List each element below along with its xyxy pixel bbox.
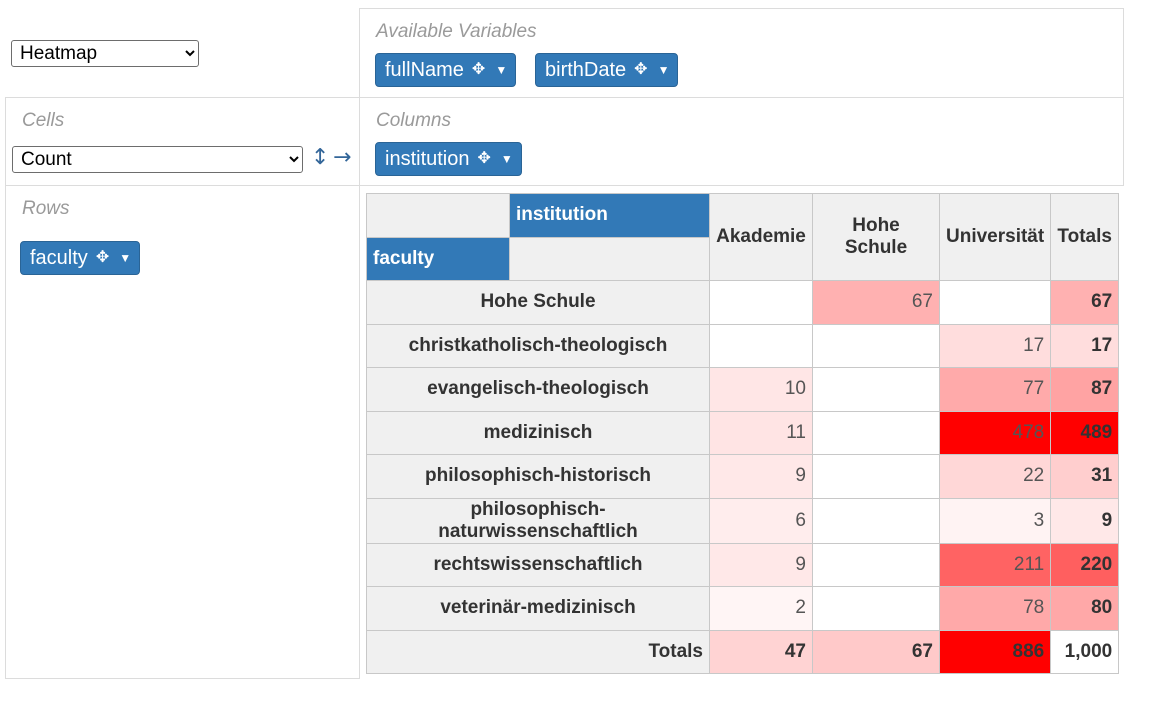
field-label: fullName — [385, 59, 464, 81]
value-cell[interactable] — [812, 367, 940, 412]
dropdown-caret-icon[interactable]: ▼ — [119, 242, 131, 274]
row-total-cell[interactable]: 87 — [1050, 367, 1120, 412]
value-cell[interactable]: 67 — [812, 280, 940, 325]
field-label: faculty — [30, 247, 88, 269]
row-header: christkatholisch-theologisch — [366, 323, 710, 368]
header-empty — [509, 236, 710, 281]
value-cell[interactable] — [812, 586, 940, 631]
value-cell[interactable] — [812, 542, 940, 587]
row-header: medizinisch — [366, 410, 710, 455]
row-axis-label: faculty — [366, 236, 510, 281]
col-header: Universität — [938, 193, 1052, 281]
row-totals-header: Totals — [366, 629, 710, 674]
value-cell[interactable] — [709, 323, 813, 368]
col-header: Hohe Schule — [812, 193, 940, 281]
value-cell[interactable]: 211 — [938, 542, 1052, 587]
value-cell[interactable]: 78 — [938, 586, 1052, 631]
col-total-cell[interactable]: 47 — [709, 629, 813, 674]
available-variables-label: Available Variables — [376, 21, 537, 42]
row-header: Hohe Schule — [366, 280, 710, 325]
table-row: philosophisch-historisch 9 22 31 — [366, 454, 1120, 499]
row-header: rechtswissenschaftlich — [366, 542, 710, 587]
field-pill-fullName[interactable]: fullName ✥ ▼ — [375, 53, 517, 87]
columns-label: Columns — [376, 110, 451, 131]
row-total-cell[interactable]: 9 — [1050, 497, 1120, 544]
value-cell[interactable]: 478 — [938, 410, 1052, 455]
move-icon: ✥ — [95, 249, 110, 266]
aggregator-select[interactable]: Count — [12, 146, 303, 173]
value-cell[interactable]: 10 — [709, 367, 813, 412]
row-total-cell[interactable]: 489 — [1050, 410, 1120, 455]
dropdown-caret-icon[interactable]: ▼ — [495, 54, 507, 86]
table-row: rechtswissenschaftlich 9 211 220 — [366, 542, 1120, 587]
row-total-cell[interactable]: 67 — [1050, 280, 1120, 325]
value-cell[interactable] — [812, 323, 940, 368]
table-row: christkatholisch-theologisch 17 17 — [366, 323, 1120, 368]
row-total-cell[interactable]: 220 — [1050, 542, 1120, 587]
value-cell[interactable]: 9 — [709, 454, 813, 499]
value-cell[interactable]: 77 — [938, 367, 1052, 412]
rows-label: Rows — [22, 198, 70, 219]
field-pill-birthDate[interactable]: birthDate ✥ ▼ — [535, 53, 679, 87]
value-cell[interactable]: 2 — [709, 586, 813, 631]
col-total-cell[interactable]: 886 — [938, 629, 1052, 674]
row-header: philosophisch-historisch — [366, 454, 710, 499]
value-cell[interactable] — [938, 280, 1052, 325]
row-total-cell[interactable]: 31 — [1050, 454, 1120, 499]
table-row: philosophisch-naturwissenschaftlich 6 3 9 — [366, 497, 1120, 544]
move-icon: ✥ — [477, 150, 491, 167]
pivot-table: institution Akademie Hohe Schule Univers… — [366, 193, 1120, 674]
col-total-cell[interactable]: 67 — [812, 629, 940, 674]
col-totals-header: Totals — [1050, 193, 1120, 281]
value-cell[interactable]: 3 — [938, 497, 1052, 544]
field-label: institution — [385, 148, 470, 170]
col-order-icon[interactable]: → — [333, 145, 351, 170]
field-pill-faculty[interactable]: faculty ✥ ▼ — [20, 241, 141, 275]
col-axis-label: institution — [509, 193, 710, 238]
row-total-cell[interactable]: 17 — [1050, 323, 1120, 368]
dropdown-caret-icon[interactable]: ▼ — [658, 54, 670, 86]
value-cell[interactable]: 17 — [938, 323, 1052, 368]
move-icon: ✥ — [471, 61, 486, 78]
row-header: veterinär-medizinisch — [366, 586, 710, 631]
value-cell[interactable] — [709, 280, 813, 325]
row-header: evangelisch-theologisch — [366, 367, 710, 412]
row-header: philosophisch-naturwissenschaftlich — [366, 497, 710, 544]
table-row: evangelisch-theologisch 10 77 87 — [366, 367, 1120, 412]
value-cell[interactable] — [812, 410, 940, 455]
cells-label: Cells — [22, 110, 65, 131]
move-icon: ✥ — [634, 61, 648, 78]
sort-order-icon[interactable]: ↕ — [311, 145, 329, 170]
value-cell[interactable] — [812, 497, 940, 544]
row-total-cell[interactable]: 80 — [1050, 586, 1120, 631]
value-cell[interactable] — [812, 454, 940, 499]
value-cell[interactable]: 22 — [938, 454, 1052, 499]
dropdown-caret-icon[interactable]: ▼ — [501, 143, 513, 175]
table-row: medizinisch 11 478 489 — [366, 410, 1120, 455]
value-cell[interactable]: 9 — [709, 542, 813, 587]
field-label: birthDate — [545, 59, 627, 81]
field-pill-institution[interactable]: institution ✥ ▼ — [375, 142, 522, 176]
col-header: Akademie — [709, 193, 813, 281]
value-cell[interactable]: 11 — [709, 410, 813, 455]
table-row: veterinär-medizinisch 2 78 80 — [366, 586, 1120, 631]
renderer-select[interactable]: Heatmap — [11, 40, 199, 67]
table-row: Hohe Schule 67 67 — [366, 280, 1120, 325]
value-cell[interactable]: 6 — [709, 497, 813, 544]
totals-row: Totals 47 67 886 1,000 — [366, 629, 1120, 674]
grand-total-cell[interactable]: 1,000 — [1050, 629, 1120, 674]
corner-empty — [366, 193, 510, 238]
